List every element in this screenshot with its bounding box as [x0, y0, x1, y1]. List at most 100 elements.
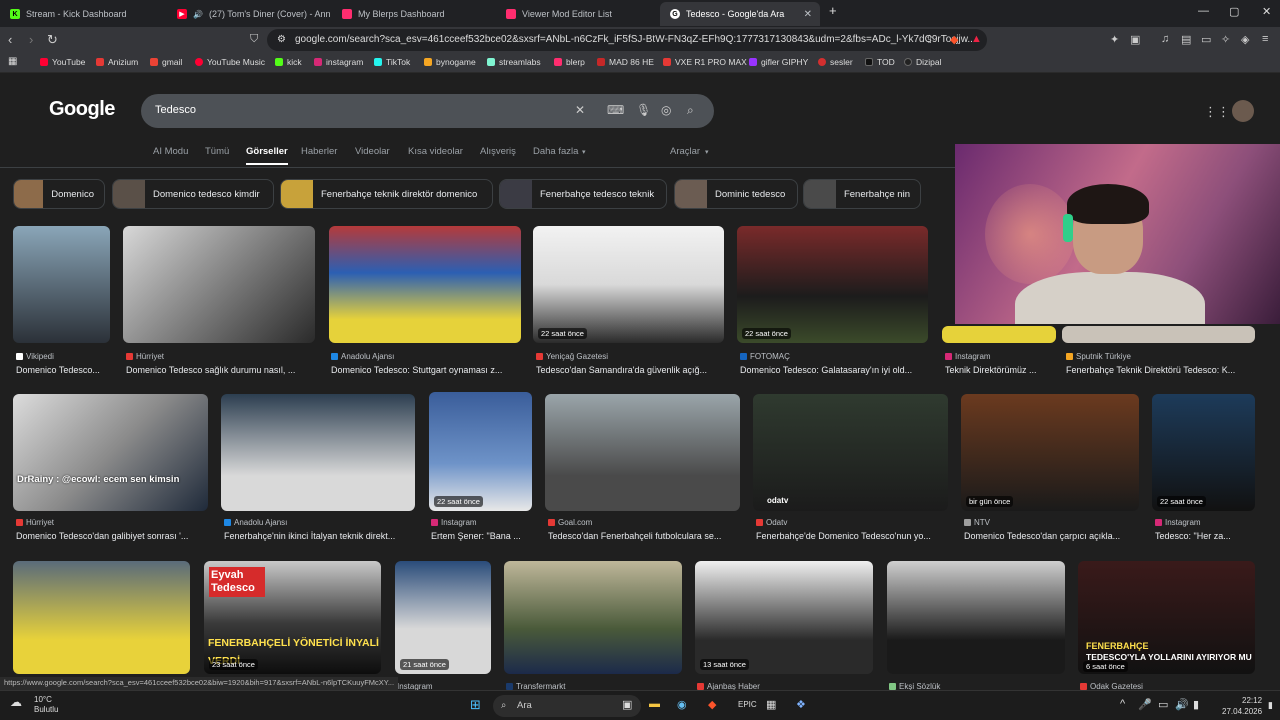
- result-title[interactable]: Domenico Tedesco sağlık durumu nasıl, ..…: [126, 365, 315, 375]
- tab-shopping[interactable]: Alışveriş: [480, 146, 516, 157]
- suggestion-chip[interactable]: Dominic tedesco: [674, 179, 798, 209]
- bookmark-blerp[interactable]: blerp: [554, 57, 585, 67]
- image-result[interactable]: 22 saat önce: [533, 226, 724, 343]
- battery-icon[interactable]: ▮: [1193, 698, 1199, 711]
- tab-images[interactable]: Görseller: [246, 146, 288, 165]
- result-title[interactable]: Tedesco: "Her za...: [1155, 531, 1255, 541]
- notification-icon[interactable]: ▮: [1268, 700, 1273, 711]
- bookmark-gifler-giphy[interactable]: gifler GIPHY: [749, 57, 808, 67]
- image-result[interactable]: 22 saat önce: [1152, 394, 1255, 511]
- tab-videos[interactable]: Videolar: [355, 146, 390, 157]
- lens-icon[interactable]: ◎: [661, 103, 671, 117]
- site-info-icon[interactable]: ⚙: [277, 29, 286, 51]
- search-box[interactable]: Tedesco ✕ ⌨ 🎙 ◎ ⌕: [141, 94, 714, 128]
- keyboard-icon[interactable]: ⌨: [607, 103, 624, 117]
- steam-icon[interactable]: ◉: [677, 698, 687, 711]
- menu-icon[interactable]: ≡: [1262, 33, 1268, 45]
- bookmark-instagram[interactable]: instagram: [314, 57, 363, 67]
- bookmark-youtube[interactable]: YouTube: [40, 57, 85, 67]
- result-title[interactable]: Domenico Tedesco...: [16, 365, 110, 375]
- bookmark-dizipal[interactable]: Dizipal: [904, 57, 942, 67]
- task-view-icon[interactable]: ▣: [622, 698, 632, 711]
- suggestion-chip[interactable]: Domenico tedesco kimdir: [112, 179, 274, 209]
- bookmark-kick[interactable]: kick: [275, 57, 302, 67]
- result-title[interactable]: Fenerbahçe'de Domenico Tedesco'nun yo...: [756, 531, 948, 541]
- share-icon[interactable]: ⇪: [925, 33, 934, 46]
- image-result[interactable]: odatv: [753, 394, 948, 511]
- image-result[interactable]: [221, 394, 415, 511]
- extensions-icon[interactable]: ✦: [1110, 33, 1119, 46]
- image-result[interactable]: [887, 561, 1065, 674]
- result-title[interactable]: Tedesco'dan Fenerbahçeli futbolculara se…: [548, 531, 740, 541]
- forward-icon[interactable]: ›: [29, 32, 33, 47]
- image-result[interactable]: [329, 226, 521, 343]
- maximize-button[interactable]: ▢: [1229, 5, 1239, 18]
- result-title[interactable]: Fenerbahçe'nin ikinci İtalyan teknik dir…: [224, 531, 415, 541]
- google-logo[interactable]: Google: [49, 98, 115, 121]
- network-icon[interactable]: ▭: [1158, 698, 1168, 711]
- image-result[interactable]: [13, 226, 110, 343]
- tab-all[interactable]: Tümü: [205, 146, 229, 157]
- app-icon[interactable]: ❖: [796, 698, 806, 711]
- avatar[interactable]: [1232, 100, 1254, 122]
- result-title[interactable]: Domenico Tedesco'dan çarpıcı açıkla...: [964, 531, 1139, 541]
- tab-kick-dashboard[interactable]: K Stream - Kick Dashboard: [0, 2, 165, 26]
- bookmark-gmail[interactable]: gmail: [150, 57, 182, 67]
- tab-short-videos[interactable]: Kısa videolar: [408, 146, 463, 157]
- image-result[interactable]: [504, 561, 682, 674]
- rewards-icon[interactable]: ▲: [971, 33, 982, 45]
- tab-ai-mode[interactable]: AI Modu: [153, 146, 188, 157]
- store-icon[interactable]: ▦: [766, 698, 776, 711]
- close-window-button[interactable]: ✕: [1262, 5, 1271, 18]
- vpn-icon[interactable]: ◈: [1241, 33, 1249, 46]
- tab-google-search[interactable]: G Tedesco - Google'da Ara ✕: [660, 2, 820, 26]
- image-result[interactable]: bir gün önce: [961, 394, 1139, 511]
- google-apps-icon[interactable]: ⋮⋮: [1204, 104, 1230, 120]
- bookmark-youtube-music[interactable]: YouTube Music: [195, 57, 265, 67]
- bookmark-anizium[interactable]: Anizium: [96, 57, 138, 67]
- close-tab-icon[interactable]: ✕: [804, 9, 812, 20]
- epic-icon[interactable]: EPIC: [738, 700, 757, 709]
- sidebar-icon[interactable]: ▤: [1181, 33, 1191, 46]
- bookmark-tiktok[interactable]: TikTok: [374, 57, 410, 67]
- suggestion-chip[interactable]: Fenerbahçe nin: [803, 179, 921, 209]
- music-icon[interactable]: ♫: [1161, 33, 1169, 45]
- suggestion-chip[interactable]: Domenico: [13, 179, 105, 209]
- result-title[interactable]: Tedesco'dan Samandıra'da güvenlik açığ..…: [536, 365, 724, 375]
- result-title[interactable]: Teknik Direktörümüz ...: [945, 365, 1056, 375]
- search-input[interactable]: Tedesco: [155, 104, 196, 116]
- image-result[interactable]: Eyvah Tedesco FENERBAHÇELİ YÖNETİCİ İNYA…: [204, 561, 381, 674]
- address-bar[interactable]: ⚙ google.com/search?sca_esv=461cceef532b…: [267, 29, 987, 51]
- brave-icon[interactable]: ◆: [708, 698, 716, 711]
- bookmark-mad-86-he[interactable]: MAD 86 HE: [597, 57, 654, 67]
- image-result[interactable]: 21 saat önce: [395, 561, 491, 674]
- image-result[interactable]: [13, 561, 190, 674]
- chevron-up-icon[interactable]: ^: [1120, 698, 1125, 710]
- bookmark-icon[interactable]: ⛉: [250, 33, 258, 46]
- result-title[interactable]: Fenerbahçe Teknik Direktörü Tedesco: K..…: [1066, 365, 1255, 375]
- tab-viewer-mod-editor[interactable]: Viewer Mod Editor List: [496, 2, 658, 26]
- new-tab-button[interactable]: +: [829, 3, 837, 18]
- bookmark-bynogame[interactable]: bynogame: [424, 57, 476, 67]
- back-icon[interactable]: ‹: [8, 32, 12, 47]
- result-title[interactable]: Domenico Tedesco: Galatasaray'ın iyi old…: [740, 365, 928, 375]
- tab-news[interactable]: Haberler: [301, 146, 337, 157]
- bookmark-vxe-r1-pro-max[interactable]: VXE R1 PRO MAX: [663, 57, 747, 67]
- suggestion-chip[interactable]: Fenerbahçe tedesco teknik: [499, 179, 667, 209]
- apps-grid-icon[interactable]: ▦: [8, 56, 17, 67]
- microphone-icon[interactable]: 🎙: [636, 103, 651, 117]
- suggestion-chip[interactable]: Fenerbahçe teknik direktör domenico: [280, 179, 493, 209]
- brave-shield-icon[interactable]: ◆: [950, 33, 958, 46]
- screenshot-icon[interactable]: ▣: [1130, 33, 1140, 46]
- bookmark-sesler[interactable]: sesler: [818, 57, 853, 67]
- clock[interactable]: 22:12 27.04.2026: [1222, 695, 1262, 717]
- wallet-icon[interactable]: ▭: [1201, 33, 1211, 46]
- reload-icon[interactable]: ↻: [47, 32, 58, 48]
- file-explorer-icon[interactable]: ▬: [649, 698, 660, 710]
- image-result[interactable]: DrRainy : @ecowl: ecem sen kimsin: [13, 394, 208, 511]
- image-result[interactable]: [1062, 326, 1255, 343]
- search-icon[interactable]: ⌕: [687, 103, 694, 118]
- weather-widget[interactable]: ☁ 10°C Bulutlu: [10, 695, 58, 715]
- image-result[interactable]: 13 saat önce: [695, 561, 873, 674]
- taskbar-search[interactable]: ⌕ Ara: [493, 695, 641, 717]
